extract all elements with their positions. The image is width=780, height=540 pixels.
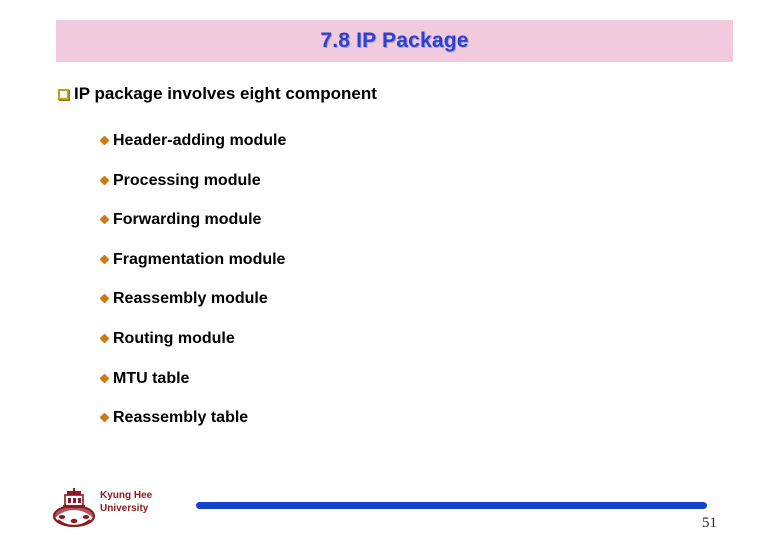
list-item: Forwarding module: [99, 210, 661, 250]
list-item-label: Reassembly table: [113, 409, 249, 427]
list-item-label: Routing module: [113, 329, 235, 347]
slide-canvas: 7.8 IP Package IP package involves eight…: [0, 0, 780, 540]
list-item: Reassembly module: [99, 289, 661, 329]
page-number: 51: [702, 515, 717, 531]
diamond-bullet-icon: [99, 333, 110, 344]
list-item-label: Processing module: [113, 171, 261, 189]
level1-bullet-row: IP package involves eight component: [58, 84, 377, 104]
slide-title-band: 7.8 IP Package: [56, 20, 733, 62]
list-item: Fragmentation module: [99, 250, 661, 290]
list-item: Processing module: [99, 171, 661, 211]
diamond-bullet-icon: [99, 214, 110, 225]
diamond-bullet-icon: [99, 254, 110, 265]
hollow-square-bullet-icon: [58, 89, 69, 100]
level2-bullet-list: Header-adding module Processing module F…: [99, 131, 661, 448]
kyung-hee-university-crest-icon: [52, 487, 96, 531]
list-item-label: MTU table: [113, 369, 190, 387]
list-item-label: Forwarding module: [113, 211, 262, 229]
footer-university-name: Kyung Hee University: [100, 489, 152, 515]
list-item: Routing module: [99, 329, 661, 369]
diamond-bullet-icon: [99, 293, 110, 304]
diamond-bullet-icon: [99, 135, 110, 146]
diamond-bullet-icon: [99, 373, 110, 384]
level1-bullet-text: IP package involves eight component: [74, 84, 377, 103]
list-item-label: Reassembly module: [113, 290, 268, 308]
footer-university-line1: Kyung Hee: [100, 490, 153, 501]
diamond-bullet-icon: [99, 175, 110, 186]
list-item-label: Fragmentation module: [113, 250, 286, 268]
list-item: Reassembly table: [99, 408, 661, 448]
list-item: Header-adding module: [99, 131, 661, 171]
list-item-label: Header-adding module: [113, 132, 287, 149]
footer-rule: [196, 502, 707, 509]
diamond-bullet-icon: [99, 412, 110, 423]
list-item: MTU table: [99, 369, 661, 409]
page-title: 7.8 IP Package: [320, 29, 469, 52]
footer-university-line2: University: [100, 503, 149, 514]
